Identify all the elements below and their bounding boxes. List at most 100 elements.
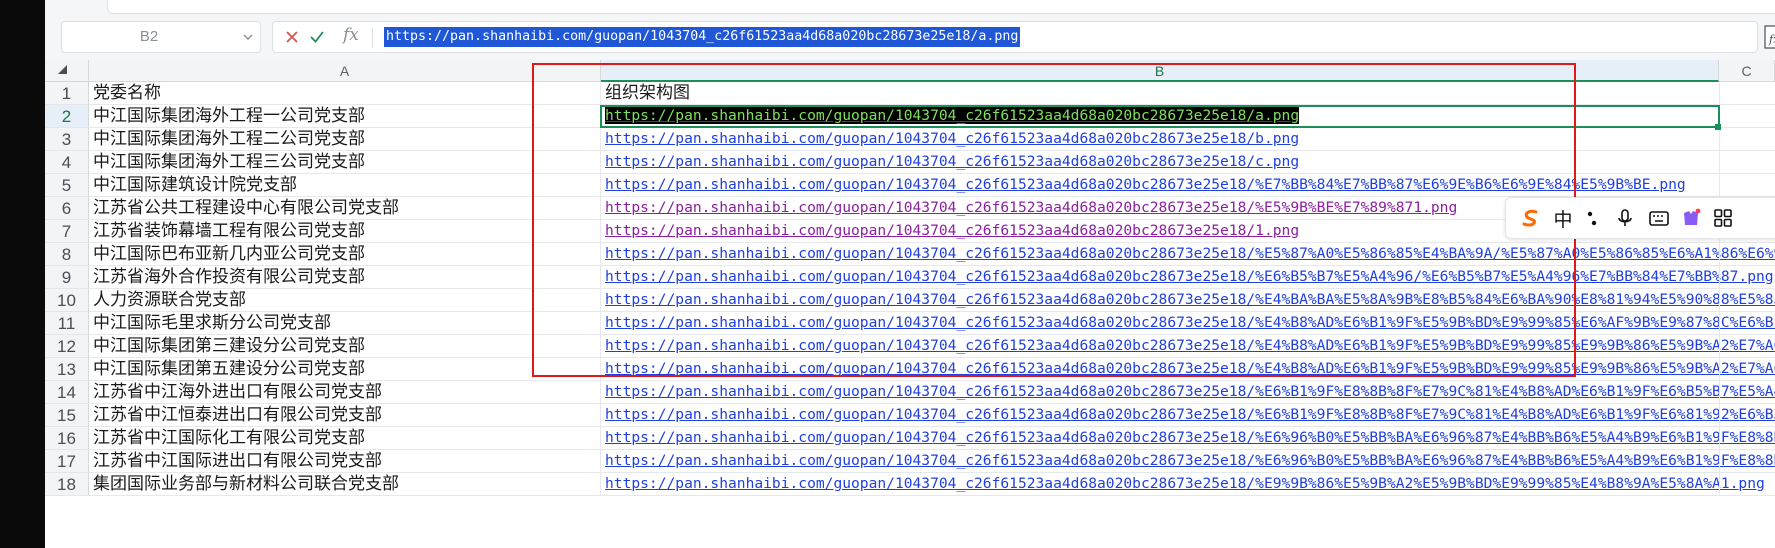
row-header[interactable]: 2 [45,105,89,128]
cell-column-c[interactable] [1719,312,1775,334]
cell-column-c[interactable] [1719,151,1775,173]
cell-org-chart-link[interactable]: https://pan.shanhaibi.com/guopan/1043704… [601,450,1775,472]
selected-link-text[interactable]: https://pan.shanhaibi.com/guopan/1043704… [605,107,1300,124]
formula-content[interactable]: https://pan.shanhaibi.com/guopan/1043704… [384,27,1021,47]
ime-toolbar: 中 [1505,197,1775,239]
cell-column-c[interactable] [1719,289,1775,311]
cell-org-chart-link[interactable]: https://pan.shanhaibi.com/guopan/1043704… [601,174,1775,196]
chevron-down-icon[interactable] [242,31,254,43]
confirm-icon[interactable] [308,28,326,46]
row-header[interactable]: 10 [45,289,89,312]
cell-org-chart-link[interactable]: https://pan.shanhaibi.com/guopan/1043704… [601,312,1775,334]
cell-org-chart-link[interactable]: https://pan.shanhaibi.com/guopan/1043704… [601,266,1775,288]
select-all-corner[interactable] [45,60,89,82]
cell-party-committee-name[interactable]: 中江国际集团海外工程一公司党支部 [89,105,601,127]
cell-party-committee-name[interactable]: 集团国际业务部与新材料公司联合党支部 [89,473,601,495]
table-row: 中江国际集团海外工程一公司党支部 https://pan.shanhaibi.co… [89,105,1775,128]
cell-org-chart-link[interactable]: https://pan.shanhaibi.com/guopan/1043704… [601,128,1775,150]
cell-org-chart-link[interactable]: https://pan.shanhaibi.com/guopan/1043704… [601,381,1775,403]
column-header-c[interactable]: C [1719,60,1775,82]
cell-column-c[interactable] [1719,174,1775,196]
ime-mode[interactable]: 中 [1552,207,1574,231]
skin-icon[interactable] [1680,207,1702,229]
insert-function-icon[interactable]: fx [343,25,359,45]
toolbox-grid-icon[interactable] [1712,207,1734,229]
row-header[interactable]: 13 [45,358,89,381]
cell-party-committee-name[interactable]: 江苏省中江恒泰进出口有限公司党支部 [89,404,601,426]
cell-column-c[interactable] [1719,243,1775,265]
cell-column-c[interactable] [1719,358,1775,380]
cell-org-chart-link[interactable]: https://pan.shanhaibi.com/guopan/1043704… [601,358,1775,380]
cell-column-c[interactable] [1719,450,1775,472]
cell-org-chart-link[interactable]: https://pan.shanhaibi.com/guopan/1043704… [601,289,1775,311]
row-header[interactable]: 11 [45,312,89,335]
row-header[interactable]: 5 [45,174,89,197]
cell-org-chart-link[interactable]: https://pan.shanhaibi.com/guopan/1043704… [601,427,1775,449]
cell-org-chart-header[interactable]: 组织架构图 [601,82,1775,104]
row-header[interactable]: 1 [45,82,89,105]
row-header[interactable]: 3 [45,128,89,151]
cell-party-committee-name[interactable]: 中江国际集团海外工程二公司党支部 [89,128,601,150]
cell-party-committee-name[interactable]: 江苏省海外合作投资有限公司党支部 [89,266,601,288]
cancel-icon[interactable] [283,28,301,46]
name-box[interactable]: B2 [61,21,261,53]
punctuation-icon[interactable] [1582,207,1604,229]
cell-org-chart-link[interactable]: https://pan.shanhaibi.com/guopan/1043704… [601,473,1775,495]
cell-party-committee-name[interactable]: 江苏省公共工程建设中心有限公司党支部 [89,197,601,219]
cell-column-c[interactable] [1719,128,1775,150]
row-header[interactable]: 4 [45,151,89,174]
expand-formula-icon[interactable]: fx [1764,24,1775,50]
row-header[interactable]: 12 [45,335,89,358]
column-header-b[interactable]: B [601,60,1719,82]
keyboard-icon[interactable] [1648,207,1670,229]
cell-org-chart-link[interactable]: https://pan.shanhaibi.com/guopan/1043704… [601,151,1775,173]
row-header[interactable]: 9 [45,266,89,289]
row-header[interactable]: 14 [45,381,89,404]
cell-party-committee-name[interactable]: 江苏省装饰幕墙工程有限公司党支部 [89,220,601,242]
cell-party-committee-name[interactable]: 江苏省中江国际化工有限公司党支部 [89,427,601,449]
cell-party-committee-name[interactable]: 中江国际巴布亚新几内亚公司党支部 [89,243,601,265]
cell-party-committee-name[interactable]: 江苏省中江海外进出口有限公司党支部 [89,381,601,403]
table-row: 人力资源联合党支部 https://pan.shanhaibi.com/guopa… [89,289,1775,312]
cell-column-c[interactable] [1719,381,1775,403]
formula-bar-divider [372,28,373,48]
spreadsheet-window: B2 fx https://pan.shanhaibi.com/guopan/1… [0,0,1775,548]
table-row: 集团国际业务部与新材料公司联合党支部 https://pan.shanhaibi.… [89,473,1775,496]
name-box-value[interactable]: B2 [62,22,236,52]
row-header[interactable]: 18 [45,473,89,496]
cell-org-chart-link[interactable]: https://pan.shanhaibi.com/guopan/1043704… [601,335,1775,357]
cell-column-c[interactable] [1719,427,1775,449]
cell-party-committee-name[interactable]: 中江国际毛里求斯分公司党支部 [89,312,601,334]
cell-party-committee-name[interactable]: 党委名称 [89,82,601,104]
cell-org-chart-link[interactable]: https://pan.shanhaibi.com/guopan/1043704… [601,404,1775,426]
cell-column-c[interactable] [1719,82,1775,104]
cell-party-committee-name[interactable]: 人力资源联合党支部 [89,289,601,311]
row-header[interactable]: 7 [45,220,89,243]
cell-column-c[interactable] [1719,105,1775,127]
cell-column-c[interactable] [1719,266,1775,288]
cell-org-chart-link[interactable]: https://pan.shanhaibi.com/guopan/1043704… [601,243,1775,265]
microphone-icon[interactable] [1614,207,1636,229]
ime-logo-icon[interactable] [1520,207,1542,229]
ribbon-toolbar-remnant [45,0,1775,16]
cell-org-chart-link[interactable]: https://pan.shanhaibi.com/guopan/1043704… [601,105,1775,127]
row-header[interactable]: 17 [45,450,89,473]
cell-party-committee-name[interactable]: 中江国际集团第五建设分公司党支部 [89,358,601,380]
fill-handle[interactable] [1715,124,1721,130]
cell-party-committee-name[interactable]: 中江国际建筑设计院党支部 [89,174,601,196]
row-header[interactable]: 8 [45,243,89,266]
table-row: 中江国际集团海外工程三公司党支部 https://pan.shanhaibi.co… [89,151,1775,174]
cell-column-c[interactable] [1719,473,1775,495]
cell-party-committee-name[interactable]: 江苏省中江国际进出口有限公司党支部 [89,450,601,472]
row-header[interactable]: 16 [45,427,89,450]
cell-column-c[interactable] [1719,335,1775,357]
column-header-a[interactable]: A [89,60,601,82]
row-header[interactable]: 15 [45,404,89,427]
cell-party-committee-name[interactable]: 中江国际集团第三建设分公司党支部 [89,335,601,357]
cell-column-c[interactable] [1719,404,1775,426]
formula-bar[interactable]: fx https://pan.shanhaibi.com/guopan/1043… [272,21,1758,53]
table-row: 中江国际集团第五建设分公司党支部 https://pan.shanhaibi.co… [89,358,1775,381]
cell-party-committee-name[interactable]: 中江国际集团海外工程三公司党支部 [89,151,601,173]
row-header[interactable]: 6 [45,197,89,220]
ribbon-panel [107,0,1775,14]
